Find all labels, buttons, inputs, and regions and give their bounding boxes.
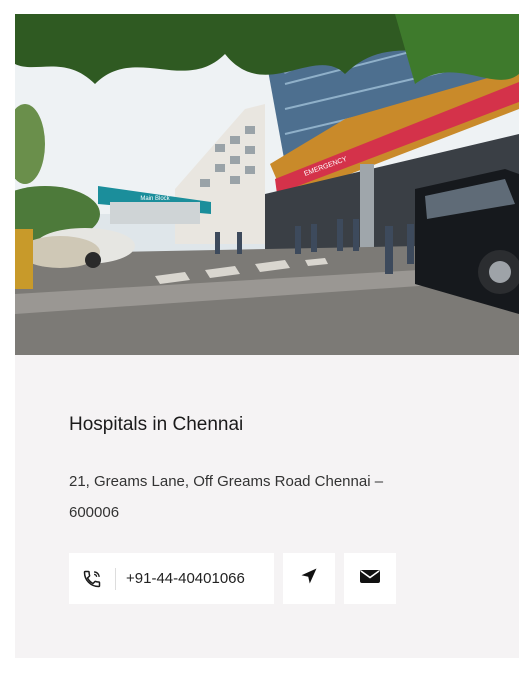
envelope-icon [360, 568, 380, 589]
main-block-sign: Main Block [140, 196, 170, 202]
call-button[interactable]: +91-44-40401066 [69, 553, 274, 604]
hospital-photo-illustration: Main Block EMERGENCY [15, 14, 519, 355]
phone-divider [115, 567, 116, 590]
phone-number[interactable]: +91-44-40401066 [126, 570, 245, 587]
listing-card: Main Block EMERGENCY Hospitals in Chenna… [15, 14, 519, 658]
email-button[interactable] [344, 553, 396, 604]
phone-icon [69, 569, 115, 589]
navigation-arrow-icon [300, 567, 318, 590]
listing-address: 21, Greams Lane, Off Greams Road Chennai… [69, 473, 384, 521]
listing-title[interactable]: Hospitals in Chennai [69, 414, 243, 436]
directions-button[interactable] [283, 553, 335, 604]
hospital-photo[interactable]: Main Block EMERGENCY [15, 14, 519, 355]
